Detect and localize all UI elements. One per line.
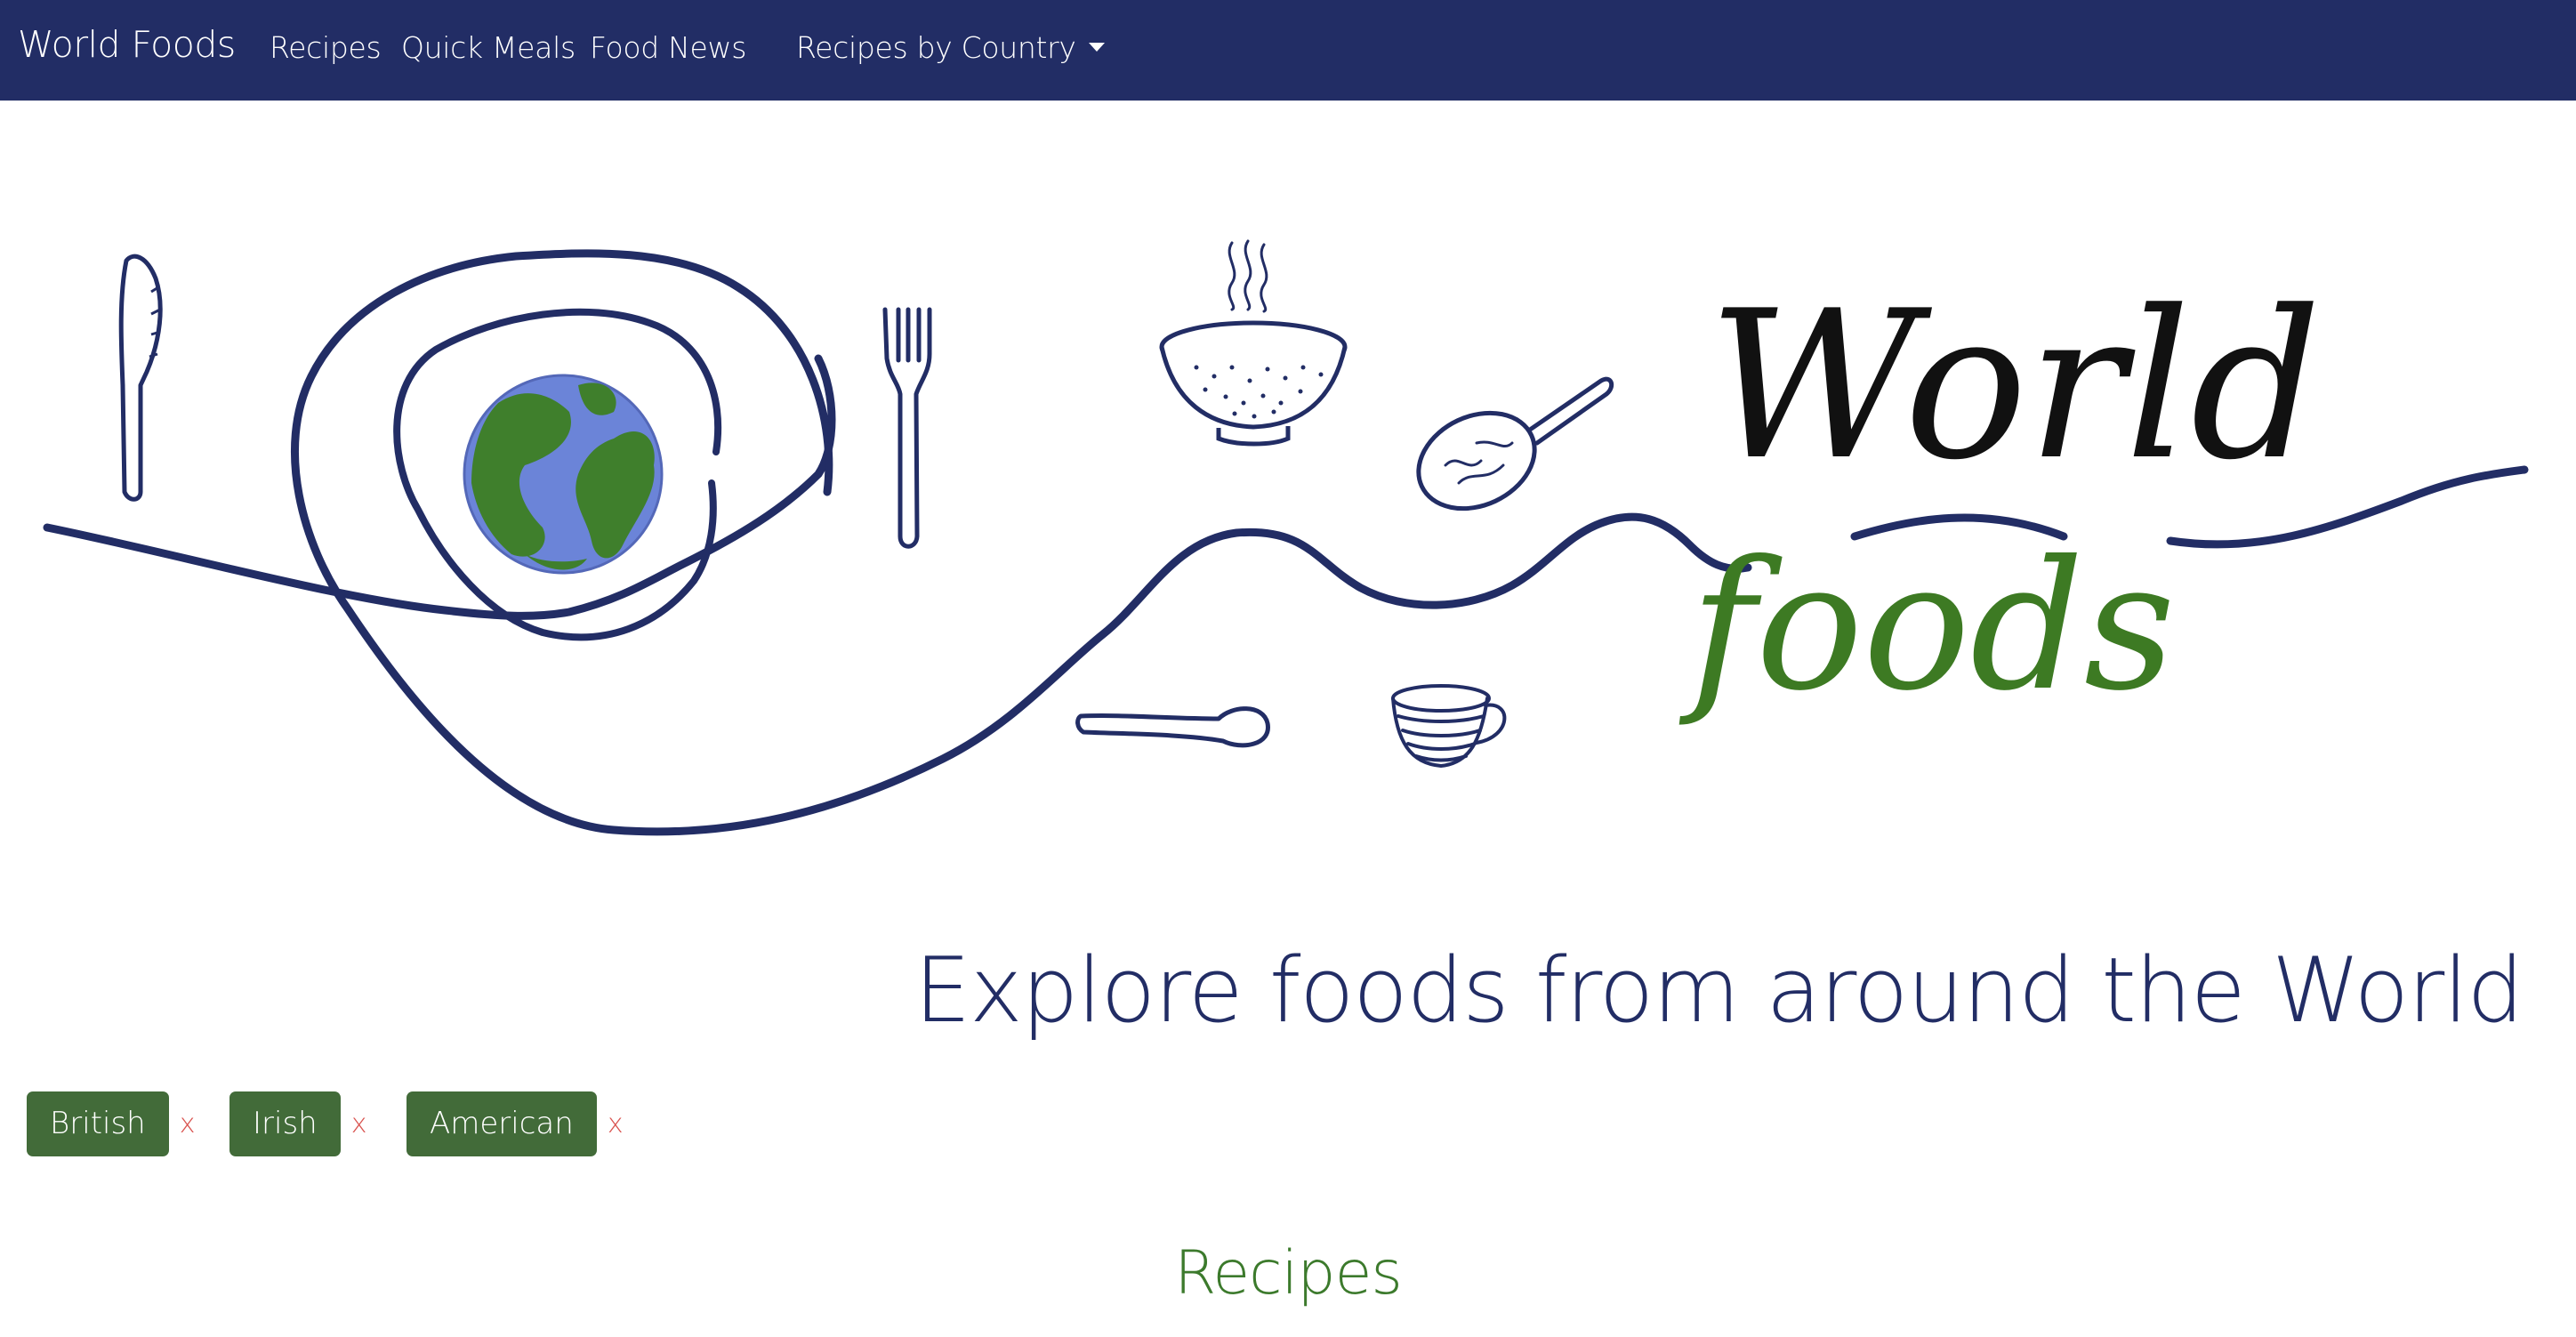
logo-world: World bbox=[1708, 268, 2322, 505]
filter-tag-british: British x bbox=[27, 1091, 196, 1158]
globe-icon bbox=[463, 374, 664, 575]
section-title-recipes: Recipes bbox=[1174, 1238, 1403, 1309]
nav-link-recipes[interactable]: Recipes bbox=[270, 30, 382, 65]
top-navbar: World Foods Recipes Quick Meals Food New… bbox=[0, 0, 2576, 101]
hero-illustration: World foods bbox=[43, 239, 2529, 836]
knife-icon bbox=[118, 254, 163, 502]
tag-button[interactable]: British bbox=[27, 1091, 169, 1156]
tag-button[interactable]: American bbox=[407, 1091, 597, 1156]
filter-tag-irish: Irish x bbox=[229, 1091, 366, 1158]
fork-icon bbox=[882, 307, 932, 549]
remove-tag-icon[interactable]: x bbox=[180, 1108, 196, 1140]
remove-tag-icon[interactable]: x bbox=[608, 1108, 624, 1140]
caret-down-icon bbox=[1088, 42, 1105, 52]
filter-tag-american: American x bbox=[407, 1091, 624, 1158]
logo-foods: foods bbox=[1678, 523, 2176, 730]
dropdown-label: Recipes by Country bbox=[796, 30, 1076, 65]
cup-icon bbox=[1391, 684, 1507, 769]
bowl-icon bbox=[1159, 320, 1348, 447]
recipes-by-country-dropdown[interactable]: Recipes by Country bbox=[796, 30, 1105, 65]
tag-button[interactable]: Irish bbox=[229, 1091, 341, 1156]
hero-tagline: Explore foods from around the World bbox=[914, 938, 2524, 1043]
pan-icon bbox=[1416, 376, 1614, 511]
nav-link-quick-meals[interactable]: Quick Meals bbox=[401, 30, 576, 65]
nav-link-food-news[interactable]: Food News bbox=[590, 30, 746, 65]
brand-link[interactable]: World Foods bbox=[18, 23, 236, 66]
steam-icon bbox=[1228, 239, 1268, 313]
hero-banner: World foods bbox=[0, 101, 2576, 928]
remove-tag-icon[interactable]: x bbox=[351, 1108, 367, 1140]
spoon-icon bbox=[1075, 706, 1270, 748]
